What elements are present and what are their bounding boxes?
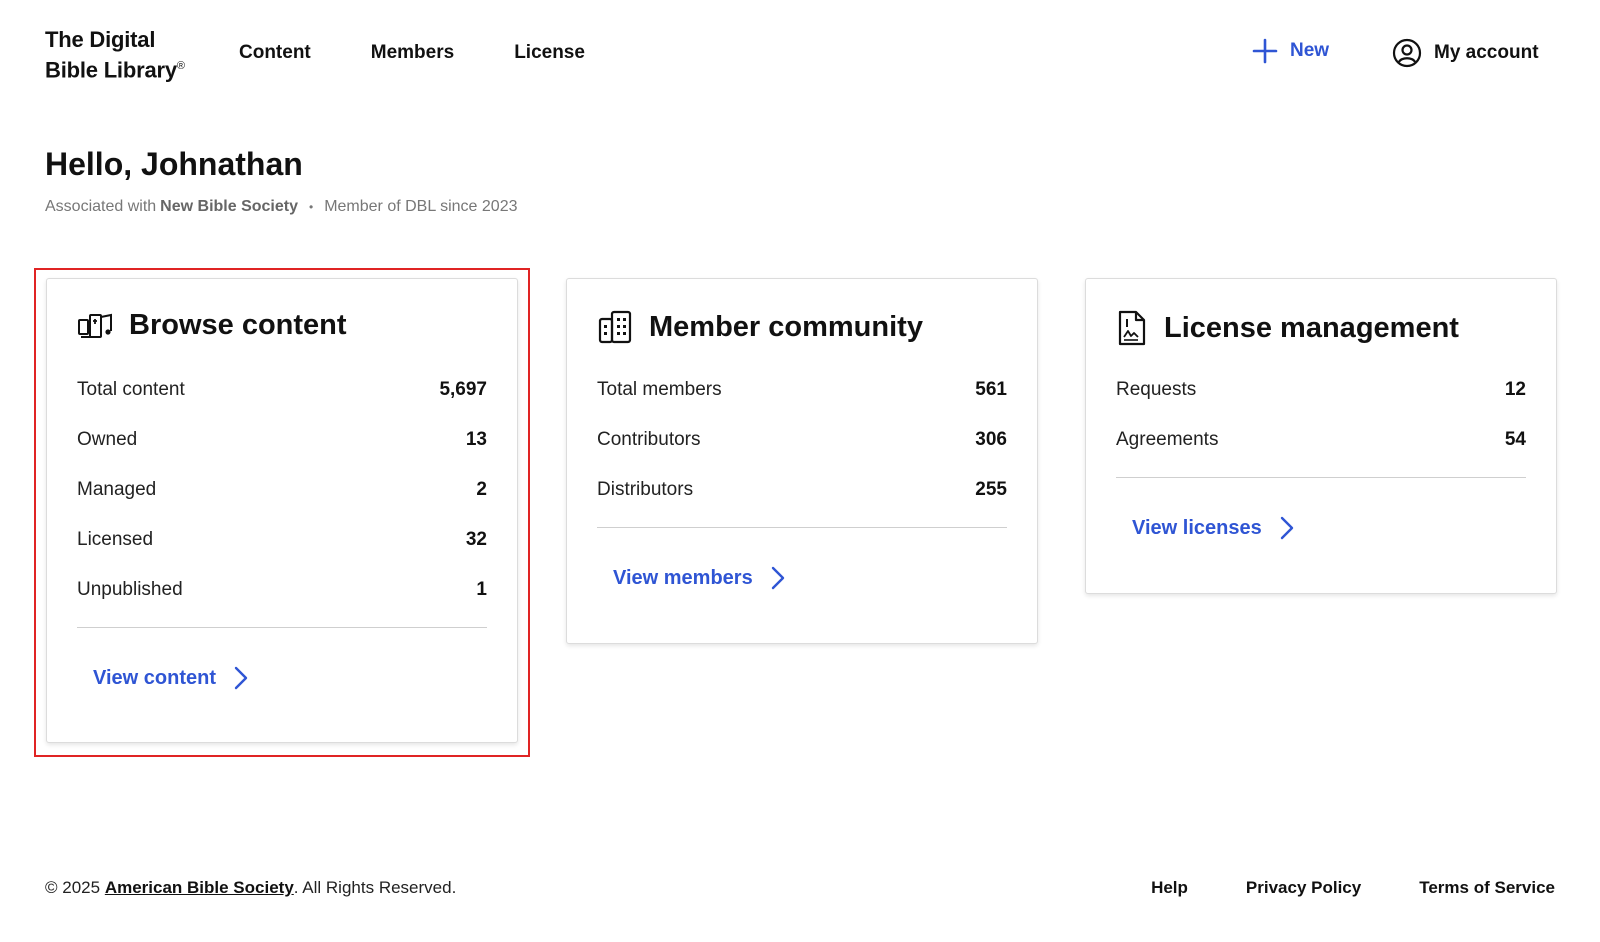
stat-label: Agreements <box>1116 429 1219 450</box>
stat-label: Total members <box>597 379 722 400</box>
associated-prefix: Associated with <box>45 198 157 215</box>
american-bible-society-link[interactable]: American Bible Society <box>105 878 294 897</box>
chevron-right-icon <box>1280 516 1293 540</box>
footer-help-link[interactable]: Help <box>1151 878 1188 898</box>
view-members-link[interactable]: View members <box>613 566 1007 590</box>
view-licenses-label: View licenses <box>1132 516 1262 539</box>
card-header: License management <box>1116 309 1459 347</box>
member-since: Member of DBL since 2023 <box>324 198 518 215</box>
card-title: License management <box>1164 311 1459 344</box>
stat-label: Requests <box>1116 379 1197 400</box>
view-licenses-link[interactable]: View licenses <box>1132 516 1526 540</box>
stat-value: 255 <box>975 479 1007 500</box>
account-subline: Associated with New Bible Society • Memb… <box>45 198 517 216</box>
user-circle-icon <box>1392 38 1422 68</box>
stat-row: Contributors 306 <box>597 429 1007 479</box>
chevron-right-icon <box>771 566 784 590</box>
logo-line-2: Bible Library <box>45 57 177 83</box>
site-logo[interactable]: The Digital Bible Library® <box>45 26 185 83</box>
registered-mark: ® <box>176 60 185 72</box>
stat-value: 306 <box>975 429 1007 450</box>
footer-privacy-link[interactable]: Privacy Policy <box>1246 878 1361 898</box>
footer-links: Help Privacy Policy Terms of Service <box>1093 878 1555 898</box>
divider <box>597 527 1007 528</box>
copyright-prefix: © 2025 <box>45 878 101 897</box>
stats-list: Requests 12 Agreements 54 View licenses <box>1116 379 1526 540</box>
top-header: The Digital Bible Library® Content Membe… <box>0 0 1600 110</box>
new-button-label: New <box>1290 40 1330 61</box>
nav-members[interactable]: Members <box>371 42 454 64</box>
nav-license[interactable]: License <box>514 42 585 64</box>
new-button[interactable]: New <box>1252 38 1329 64</box>
stat-row: Agreements 54 <box>1116 429 1526 479</box>
selection-highlight <box>34 268 530 757</box>
stat-label: Distributors <box>597 479 694 500</box>
copyright: © 2025 American Bible Society. All Right… <box>45 878 456 898</box>
nav-content[interactable]: Content <box>239 42 311 64</box>
card-title: Member community <box>649 310 923 343</box>
organization-name: New Bible Society <box>160 198 298 215</box>
copyright-suffix: . All Rights Reserved. <box>293 878 457 897</box>
stat-row: Distributors 255 <box>597 479 1007 529</box>
my-account-button[interactable]: My account <box>1392 38 1539 68</box>
main-nav: Content Members License <box>239 42 645 64</box>
stat-label: Contributors <box>597 429 701 450</box>
license-management-card: License management Requests 12 Agreements… <box>1085 278 1557 594</box>
stat-value: 561 <box>975 379 1007 400</box>
separator-dot: • <box>309 200 314 214</box>
view-members-label: View members <box>613 566 753 589</box>
stat-row: Total members 561 <box>597 379 1007 429</box>
stats-list: Total members 561 Contributors 306 Distrib… <box>597 379 1007 590</box>
footer-terms-link[interactable]: Terms of Service <box>1419 878 1555 898</box>
stat-value: 54 <box>1504 429 1526 450</box>
signed-document-icon <box>1118 310 1146 346</box>
plus-icon <box>1252 38 1278 64</box>
stat-row: Requests 12 <box>1116 379 1526 429</box>
divider <box>1116 477 1526 478</box>
my-account-label: My account <box>1434 42 1539 63</box>
stat-value: 12 <box>1504 379 1526 400</box>
building-icon <box>598 310 632 344</box>
page-title: Hello, Johnathan <box>45 146 303 182</box>
card-header: Member community <box>597 309 923 345</box>
logo-line-1: The Digital <box>45 27 156 52</box>
member-community-card: Member community Total members 561 Contri… <box>566 278 1038 644</box>
